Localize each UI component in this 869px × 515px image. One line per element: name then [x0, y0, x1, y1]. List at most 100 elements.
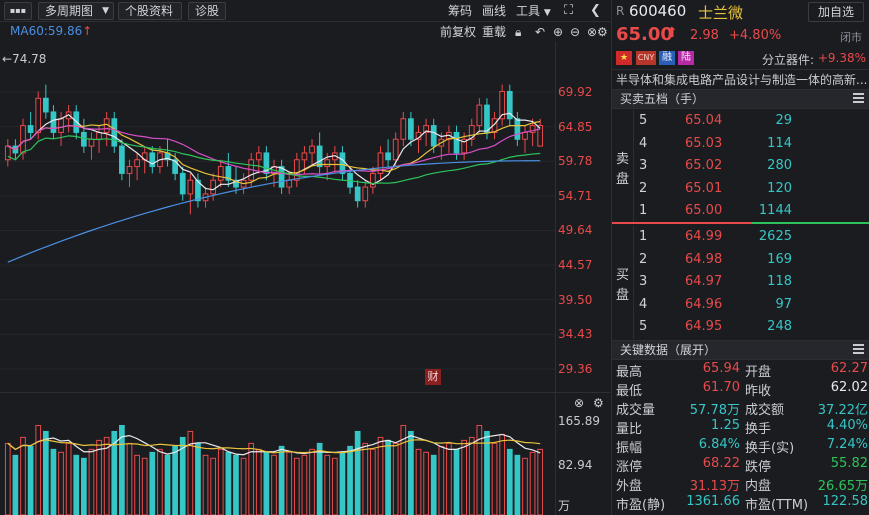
candle-body [58, 118, 64, 133]
bid-price: 64.99 [685, 229, 723, 244]
fullscreen-icon[interactable]: ⛶ [564, 2, 573, 20]
volume-bar [50, 448, 57, 515]
lock-icon[interactable]: 🔒︎ [515, 24, 521, 40]
bid-price: 64.95 [685, 319, 723, 335]
bid-row[interactable]: 1 64.99 2625 [612, 229, 869, 251]
badge-row: ★ CNY 融 陆 分立器件: +9.38% [612, 50, 869, 68]
volume-bar [430, 454, 437, 515]
volume-bar [141, 457, 148, 515]
bid-volume: 248 [767, 319, 792, 335]
chart-panel: ▪▪▪ 多周期图 ▼ 个股资料 诊股 筹码 画线 工具 ▼ ⛶ ❮ MA60:5… [0, 0, 610, 515]
ask-row[interactable]: 4 65.03 114 [612, 136, 869, 158]
sell-pressure-bar [752, 222, 869, 224]
period-dropdown[interactable]: 多周期图 ▼ [38, 2, 114, 20]
chips-button[interactable]: 筹码 [448, 2, 472, 20]
ask-price: 65.01 [685, 180, 723, 196]
key-data-value: 7.24% [826, 437, 868, 452]
ask-volume: 120 [767, 180, 792, 196]
gear-icon[interactable]: ⚙ [597, 24, 608, 40]
key-data-value: 62.27 [830, 361, 868, 376]
key-data-label: 换手 [745, 422, 772, 437]
tools-dropdown[interactable]: 工具 ▼ [516, 2, 551, 20]
candle-body [286, 179, 293, 188]
volume-bar [522, 457, 528, 515]
key-data-label: 市盈(TTM) [745, 498, 809, 513]
ask-price: 65.00 [685, 203, 723, 219]
candlestick-chart[interactable] [0, 42, 555, 392]
undo-icon[interactable]: ↶ [535, 24, 545, 40]
volume-bar [263, 451, 270, 515]
cn-flag-icon: ★ [616, 51, 632, 65]
candle-body [210, 179, 217, 195]
company-description[interactable]: 半导体和集成电路产品设计与制造一体的高新... [616, 71, 867, 88]
stock-profile-button[interactable]: 个股资料 [118, 2, 182, 20]
price-tick: 64.85 [558, 120, 593, 134]
volume-bar [164, 454, 171, 515]
ask-row[interactable]: 3 65.02 280 [612, 158, 869, 180]
key-data-row: 振幅 6.84% 换手(实) 7.24% [612, 437, 869, 456]
volume-bar [172, 445, 178, 515]
close-icon[interactable]: ⊗ [587, 24, 597, 40]
volume-bar [278, 445, 285, 515]
margin-badge: 融 [659, 51, 675, 65]
key-data-row: 最高 65.94 开盘 62.27 [612, 361, 869, 380]
ask-level: 1 [639, 203, 648, 219]
bid-row[interactable]: 5 64.95 248 [612, 319, 869, 341]
candle-body [392, 138, 399, 161]
volume-bar [96, 439, 102, 515]
draw-line-button[interactable]: 画线 [482, 2, 506, 20]
bid-level: 2 [639, 251, 648, 267]
redraw-button[interactable]: 重载 [482, 24, 506, 40]
add-watchlist-button[interactable]: 加自选 [808, 2, 864, 22]
collapse-panel-icon[interactable]: ❮ [590, 2, 601, 20]
volume-bar [362, 442, 369, 515]
volume-chart[interactable] [0, 410, 555, 515]
key-data-header[interactable]: 关键数据（展开） [612, 340, 869, 360]
ask-price: 65.02 [685, 158, 723, 174]
key-data-label: 跌停 [745, 460, 772, 475]
key-data-row: 市盈(静) 1361.66 市盈(TTM) 122.58 [612, 494, 869, 513]
menu-icon[interactable] [853, 344, 864, 354]
volume-bar [4, 442, 11, 515]
ask-level: 4 [639, 135, 648, 151]
volume-bar [233, 454, 239, 515]
key-data-label: 成交额 [745, 403, 785, 418]
key-data-label: 成交量 [616, 403, 656, 418]
menu-button[interactable]: ▪▪▪ [4, 2, 32, 20]
arrow-up-icon: ⬆ [666, 25, 678, 41]
price-row: 65.00 ⬆ 2.98 +4.80% 闭市 [612, 24, 869, 48]
price-tick: 39.50 [558, 293, 593, 307]
finance-badge[interactable]: 财 [425, 369, 441, 385]
ask-row[interactable]: 5 65.04 29 [612, 113, 869, 135]
bid-row[interactable]: 4 64.96 97 [612, 297, 869, 319]
gear-icon[interactable]: ⚙ [593, 396, 604, 410]
close-icon[interactable]: ⊗ [574, 396, 584, 410]
ask-row[interactable]: 2 65.01 120 [612, 181, 869, 203]
volume-bar [491, 442, 498, 515]
ask-volume: 114 [767, 135, 792, 151]
sector-label[interactable]: 分立器件: [762, 51, 814, 68]
volume-bar [316, 442, 323, 515]
volume-bar [195, 442, 201, 515]
bid-row[interactable]: 2 64.98 169 [612, 252, 869, 274]
candle-body [370, 172, 376, 188]
volume-bar [293, 457, 300, 515]
candle-body [96, 131, 102, 140]
quote-panel: R 600460 士兰微 加自选 65.00 ⬆ 2.98 +4.80% 闭市 … [611, 0, 869, 515]
candle-body [385, 152, 391, 161]
volume-bar [499, 433, 506, 515]
candle-body [514, 118, 521, 140]
volume-bar [529, 451, 536, 515]
adjust-toggle[interactable]: 前复权 [440, 24, 476, 40]
zoom-out-icon[interactable]: ⊖ [570, 24, 580, 40]
bid-row[interactable]: 3 64.97 118 [612, 274, 869, 296]
candle-body [293, 159, 300, 181]
volume-bar [20, 436, 26, 515]
volume-bar [225, 451, 232, 515]
diagnose-button[interactable]: 诊股 [188, 2, 226, 20]
menu-icon[interactable] [853, 93, 864, 103]
key-data-row: 最低 61.70 昨收 62.02 [612, 380, 869, 399]
volume-bar [217, 448, 224, 515]
zoom-in-icon[interactable]: ⊕ [553, 24, 563, 40]
volume-bar [35, 424, 42, 515]
